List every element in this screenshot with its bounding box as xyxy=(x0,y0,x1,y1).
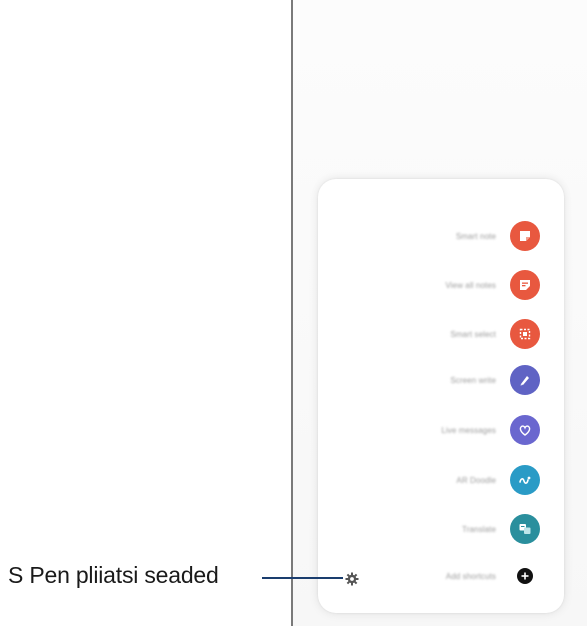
menu-item-add-shortcuts[interactable]: Add shortcuts xyxy=(446,561,540,591)
gear-icon[interactable] xyxy=(345,572,359,586)
view-notes-icon xyxy=(510,270,540,300)
menu-item-ar-doodle[interactable]: AR Doodle xyxy=(456,465,540,495)
menu-item-label: Live messages xyxy=(441,425,496,435)
menu-item-view-all-notes[interactable]: View all notes xyxy=(445,270,540,300)
callout-leader-line xyxy=(262,577,343,579)
menu-item-label: Add shortcuts xyxy=(445,571,496,581)
menu-item-translate[interactable]: Translate xyxy=(462,514,540,544)
air-command-panel: Smart note View all notes Smart select S… xyxy=(318,179,564,613)
screen-write-icon xyxy=(510,365,540,395)
smart-select-icon xyxy=(510,319,540,349)
callout-label: S Pen pliiatsi seaded xyxy=(8,562,219,588)
live-messages-icon xyxy=(510,415,540,445)
menu-item-label: AR Doodle xyxy=(456,475,496,485)
menu-item-smart-note[interactable]: Smart note xyxy=(456,221,540,251)
menu-item-smart-select[interactable]: Smart select xyxy=(450,319,540,349)
translate-icon xyxy=(510,514,540,544)
menu-item-label: Smart note xyxy=(455,231,496,241)
menu-item-label: Smart select xyxy=(450,329,496,339)
menu-item-live-messages[interactable]: Live messages xyxy=(441,415,540,445)
add-icon xyxy=(517,568,533,584)
menu-item-label: Screen write xyxy=(450,375,496,385)
menu-item-label: Translate xyxy=(462,524,496,534)
figure: Smart note View all notes Smart select S… xyxy=(0,0,587,626)
menu-item-label: View all notes xyxy=(445,280,496,290)
create-note-icon xyxy=(510,221,540,251)
menu-item-screen-write[interactable]: Screen write xyxy=(450,365,540,395)
ar-doodle-icon xyxy=(510,465,540,495)
